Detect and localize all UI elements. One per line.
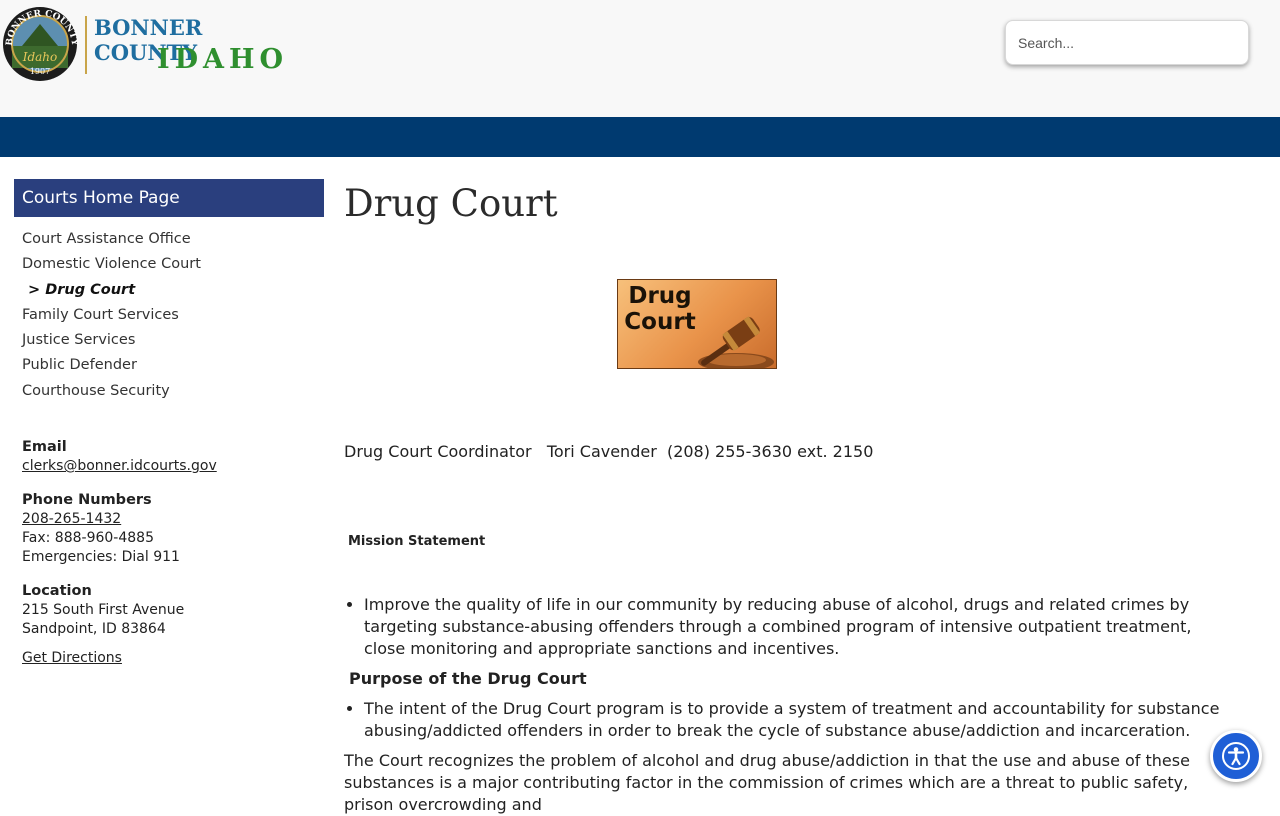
sidebar-item-public-defender[interactable]: Public Defender <box>14 353 324 378</box>
contact-info: Email clerks@bonner.idcourts.gov Phone N… <box>14 438 324 668</box>
purpose-heading: Purpose of the Drug Court <box>349 669 587 688</box>
sidebar-item-family-court-services[interactable]: Family Court Services <box>14 303 324 328</box>
sidebar-item-drug-court[interactable]: > Drug Court <box>14 278 324 303</box>
svg-text:1907: 1907 <box>30 67 50 76</box>
fax-number: Fax: 888-960-4885 <box>22 530 154 547</box>
sidebar: Courts Home Page Court Assistance Office… <box>14 179 324 668</box>
search-box[interactable] <box>1005 20 1249 65</box>
coordinator-info: Drug Court Coordinator Tori Cavender (20… <box>344 442 874 461</box>
sidebar-title[interactable]: Courts Home Page <box>14 179 324 217</box>
purpose-list: The intent of the Drug Court program is … <box>344 698 1234 742</box>
address-line2: Sandpoint, ID 83864 <box>22 621 166 638</box>
sidebar-item-courthouse-security[interactable]: Courthouse Security <box>14 379 324 404</box>
sidebar-item-domestic-violence-court[interactable]: Domestic Violence Court <box>14 252 324 277</box>
main-content: Drug Court Drug Court Drug Court Coordin… <box>344 180 1234 814</box>
email-label: Email <box>22 439 67 456</box>
county-logo[interactable]: BONNER COUNTY 1907 Idaho BONNER COUNTY I… <box>2 6 292 86</box>
mission-bullet: Improve the quality of life in our commu… <box>364 594 1234 660</box>
sidebar-item-justice-services[interactable]: Justice Services <box>14 328 324 353</box>
email-link[interactable]: clerks@bonner.idcourts.gov <box>22 458 217 474</box>
accessibility-icon <box>1222 742 1250 770</box>
logo-line2: IDAHO <box>157 44 289 75</box>
site-header: BONNER COUNTY 1907 Idaho BONNER COUNTY I… <box>0 0 1280 117</box>
purpose-bullet: The intent of the Drug Court program is … <box>364 698 1234 742</box>
banner-text: Drug Court <box>624 283 696 335</box>
phone-link[interactable]: 208-265-1432 <box>22 511 121 527</box>
drug-court-banner: Drug Court <box>617 279 777 369</box>
gavel-icon <box>698 316 774 368</box>
get-directions-link[interactable]: Get Directions <box>22 650 122 666</box>
svg-text:Idaho: Idaho <box>22 50 58 64</box>
court-paragraph: The Court recognizes the problem of alco… <box>344 751 1190 814</box>
page-title: Drug Court <box>344 182 558 225</box>
address-line1: 215 South First Avenue <box>22 602 185 619</box>
search-input[interactable] <box>1006 21 1248 64</box>
sidebar-item-court-assistance-office[interactable]: Court Assistance Office <box>14 227 324 252</box>
accessibility-button[interactable] <box>1210 730 1262 782</box>
sidebar-menu: Court Assistance Office Domestic Violenc… <box>14 227 324 404</box>
emergency-number: Emergencies: Dial 911 <box>22 549 180 566</box>
location-label: Location <box>22 583 92 600</box>
mission-heading: Mission Statement <box>348 534 486 549</box>
content-body: Improve the quality of life in our commu… <box>344 594 1234 816</box>
phone-label: Phone Numbers <box>22 492 152 509</box>
nav-bar <box>0 117 1280 157</box>
mission-list: Improve the quality of life in our commu… <box>344 594 1234 660</box>
